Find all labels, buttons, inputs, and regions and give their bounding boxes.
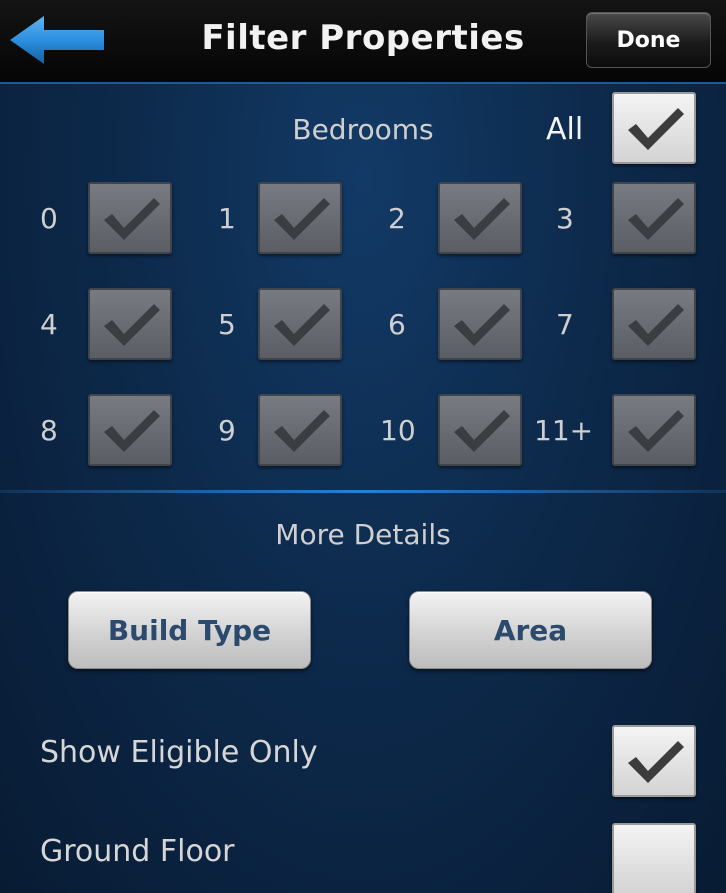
bedroom-option-label: 10 [380, 414, 416, 447]
bedroom-option-label: 0 [40, 202, 58, 235]
bedroom-option-label: 11+ [534, 414, 594, 447]
bedroom-option-label: 9 [218, 414, 236, 447]
bedroom-option-checkbox[interactable] [438, 182, 522, 254]
checkmark-icon [628, 198, 684, 240]
checkmark-icon [628, 108, 684, 150]
ground-floor-checkbox[interactable] [612, 823, 696, 893]
section-divider [0, 490, 726, 493]
bedroom-option-checkbox[interactable] [88, 182, 172, 254]
bedroom-option-label: 4 [40, 308, 58, 341]
checkmark-icon [454, 410, 510, 452]
bedroom-option-checkbox[interactable] [258, 394, 342, 466]
checkmark-icon [104, 410, 160, 452]
bedroom-option-checkbox[interactable] [438, 394, 522, 466]
done-button[interactable]: Done [586, 12, 711, 68]
bedroom-option-label: 6 [388, 308, 406, 341]
bedroom-option-checkbox[interactable] [258, 288, 342, 360]
checkmark-icon [274, 410, 330, 452]
checkmark-icon [628, 410, 684, 452]
show-eligible-label: Show Eligible Only [40, 735, 318, 770]
bedroom-option-label: 7 [556, 308, 574, 341]
bedroom-option-label: 8 [40, 414, 58, 447]
all-label: All [546, 112, 584, 147]
all-bedrooms-checkbox[interactable] [612, 92, 696, 164]
bedroom-option-checkbox[interactable] [612, 288, 696, 360]
checkmark-icon [274, 304, 330, 346]
bedroom-option-checkbox[interactable] [88, 288, 172, 360]
bedroom-option-label: 3 [556, 202, 574, 235]
bedroom-option-checkbox[interactable] [258, 182, 342, 254]
bedroom-option-checkbox[interactable] [612, 394, 696, 466]
checkmark-icon [104, 198, 160, 240]
bedroom-option-checkbox[interactable] [612, 182, 696, 254]
checkmark-icon [274, 198, 330, 240]
bedroom-option-checkbox[interactable] [438, 288, 522, 360]
checkmark-icon [454, 304, 510, 346]
checkmark-icon [454, 198, 510, 240]
bedroom-option-checkbox[interactable] [88, 394, 172, 466]
checkmark-icon [628, 741, 684, 783]
more-details-heading: More Details [275, 518, 451, 551]
bedroom-option-label: 1 [218, 202, 236, 235]
nav-bar: Filter Properties Done [0, 0, 726, 84]
build-type-button[interactable]: Build Type [68, 591, 311, 669]
filter-properties-screen: Filter Properties Done Bedrooms All 0123… [0, 0, 726, 893]
bedroom-option-label: 2 [388, 202, 406, 235]
checkmark-icon [628, 304, 684, 346]
bedroom-option-label: 5 [218, 308, 236, 341]
show-eligible-checkbox[interactable] [612, 725, 696, 797]
checkmark-icon [104, 304, 160, 346]
ground-floor-label: Ground Floor [40, 834, 235, 869]
area-button[interactable]: Area [409, 591, 652, 669]
